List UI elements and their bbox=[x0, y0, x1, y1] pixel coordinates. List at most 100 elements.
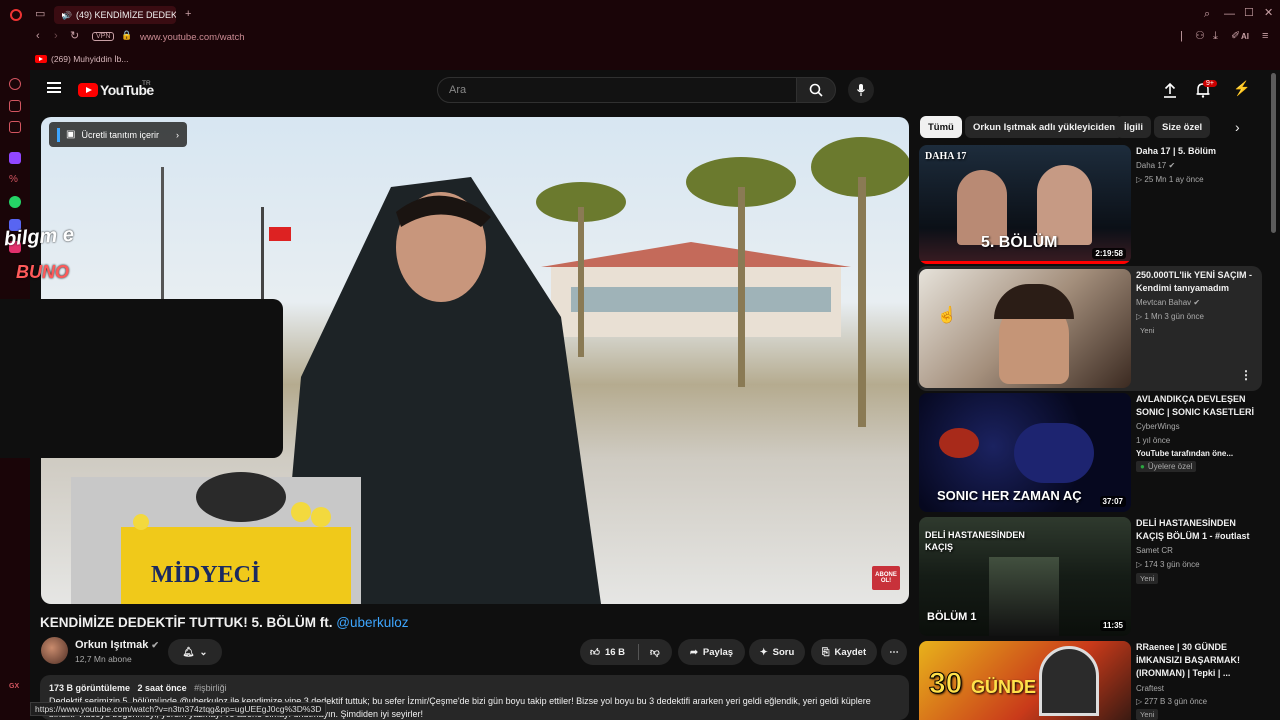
bookmark-item[interactable]: (269) Muhyiddin İb... bbox=[35, 54, 128, 64]
download-icon[interactable]: ⤓ bbox=[1213, 31, 1218, 42]
thumb-caption: SONIC HER ZAMAN AÇ bbox=[937, 488, 1082, 503]
thumbs-up-icon: 👍︎ bbox=[590, 647, 600, 658]
like-button[interactable]: 👍︎ 16 B bbox=[590, 646, 625, 659]
twitch-icon[interactable] bbox=[9, 152, 21, 164]
maximize-icon[interactable]: ☐ bbox=[1244, 8, 1254, 19]
browser-tab[interactable]: 🔊 (49) KENDİMİZE DEDEK bbox=[54, 6, 176, 24]
share-label: Paylaş bbox=[702, 646, 734, 658]
rec-channel-text: Daha 17 bbox=[1136, 161, 1167, 170]
rec-title[interactable]: Daha 17 | 5. Bölüm bbox=[1136, 145, 1266, 158]
rec-thumbnail[interactable]: ☝ bbox=[919, 269, 1131, 388]
upload-time: 2 saat önce bbox=[137, 683, 187, 693]
rec-title[interactable]: 250.000TL'lik YENİ SAÇIM - Kendimi tanıy… bbox=[1136, 269, 1266, 295]
chips-next-icon[interactable]: › bbox=[1235, 119, 1240, 135]
voice-search-button[interactable] bbox=[848, 77, 874, 103]
hashtag-link[interactable]: #işbirliği bbox=[194, 683, 227, 693]
new-badge: Yeni bbox=[1136, 709, 1159, 720]
gx-player-icon[interactable] bbox=[9, 121, 21, 133]
tab-menu-icon[interactable]: ▭ bbox=[35, 9, 45, 20]
duration-badge: 11:35 bbox=[1099, 620, 1126, 631]
save-button[interactable]: ⎘ Kaydet bbox=[811, 639, 877, 665]
mention-link[interactable]: @uberkuloz bbox=[336, 615, 408, 630]
chip-uploader[interactable]: Orkun Işıtmak adlı yükleyiciden bbox=[965, 116, 1124, 138]
chip-related[interactable]: İlgili bbox=[1116, 116, 1151, 138]
reload-icon[interactable]: ↻ bbox=[70, 31, 79, 42]
channel-avatar[interactable] bbox=[41, 637, 68, 664]
link-status-bar: https://www.youtube.com/watch?v=n3tn374z… bbox=[30, 702, 327, 716]
paid-promotion-chip[interactable]: ▣ Ücretli tanıtım içerir › bbox=[49, 122, 187, 147]
scrollbar-thumb[interactable] bbox=[1271, 73, 1276, 233]
watch-progress bbox=[919, 261, 1131, 264]
lock-icon: 🔒 bbox=[121, 30, 133, 40]
avatar-icon[interactable]: ⚡ bbox=[1233, 80, 1251, 98]
menu-icon[interactable] bbox=[47, 82, 61, 93]
subscribe-watermark[interactable]: ABONE OL! bbox=[872, 566, 900, 590]
thumb-sub-caption: BÖLÜM 1 bbox=[927, 611, 977, 623]
rec-meta: ▷ 1 Mn 3 gün önce bbox=[1136, 312, 1204, 321]
browser-menu-icon[interactable]: ≡ bbox=[1262, 31, 1268, 42]
subscribed-button[interactable]: 🔔︎ ⌄ bbox=[168, 639, 222, 665]
search-input[interactable]: Ara bbox=[437, 77, 797, 103]
share-icon: ➦ bbox=[689, 646, 698, 658]
dislike-button[interactable]: 👎︎ bbox=[650, 646, 660, 658]
new-tab-icon[interactable]: + bbox=[185, 9, 191, 20]
address-input[interactable]: www.youtube.com/watch bbox=[140, 32, 245, 43]
rec-thumbnail[interactable]: DELİ HASTANESİNDEN KAÇIŞ BÖLÜM 1 11:35 bbox=[919, 517, 1131, 636]
rec-title[interactable]: AVLANDIKÇA DEVLEŞEN SONIC | SONIC KASETL… bbox=[1136, 393, 1266, 419]
bookmark-label: (269) Muhyiddin İb... bbox=[51, 54, 129, 64]
ai-label[interactable]: AI bbox=[1241, 32, 1249, 41]
opera-gx-logo-icon[interactable] bbox=[10, 9, 22, 21]
chip-all[interactable]: Tümü bbox=[920, 116, 962, 138]
rec-channel[interactable]: Craftest bbox=[1136, 684, 1164, 693]
percent-icon[interactable]: % bbox=[9, 174, 21, 186]
minimize-icon[interactable]: — bbox=[1224, 9, 1235, 20]
rec-meta: ▷ 25 Mn 1 ay önce bbox=[1136, 175, 1204, 184]
notification-count-badge: 9+ bbox=[1203, 80, 1217, 87]
back-icon[interactable]: ‹ bbox=[36, 31, 40, 42]
rec-channel[interactable]: Samet CR bbox=[1136, 546, 1173, 555]
sidebar-divider-icon: | bbox=[1180, 30, 1183, 42]
thumb-eye bbox=[939, 428, 979, 458]
divider bbox=[638, 644, 640, 660]
search-tabs-icon[interactable]: ⌕ bbox=[1204, 9, 1210, 20]
gx-corner-icon[interactable] bbox=[9, 100, 21, 112]
country-code: TR bbox=[142, 80, 151, 87]
rec-meta: ▷ 277 B 3 gün önce bbox=[1136, 697, 1208, 706]
rec-thumbnail[interactable]: SONIC HER ZAMAN AÇ 37:07 bbox=[919, 393, 1131, 512]
close-icon[interactable]: ✕ bbox=[1264, 8, 1273, 19]
more-actions-button[interactable]: ⋯ bbox=[881, 639, 907, 665]
verified-icon: ✔ bbox=[1193, 298, 1201, 307]
search-placeholder: Ara bbox=[449, 84, 467, 96]
save-label: Kaydet bbox=[834, 646, 867, 658]
rec-title[interactable]: DELİ HASTANESİNDEN KAÇIŞ BÖLÜM 1 - #outl… bbox=[1136, 517, 1266, 543]
upload-button[interactable] bbox=[1163, 82, 1177, 103]
ask-button[interactable]: ✦ Soru bbox=[749, 639, 805, 665]
rec-channel[interactable]: Daha 17 ✔ bbox=[1136, 161, 1175, 170]
profile-icon[interactable]: ⚇ bbox=[1195, 31, 1205, 42]
channel-name[interactable]: Orkun Işıtmak ✔ bbox=[75, 639, 159, 651]
gx-control-icon[interactable] bbox=[9, 78, 21, 90]
search-icon bbox=[809, 83, 823, 97]
search-button[interactable] bbox=[796, 77, 836, 103]
rec-channel[interactable]: Mevtcan Bahav ✔ bbox=[1136, 298, 1200, 307]
rec-thumbnail[interactable]: DAHA 17 5. BÖLÜM 2:19:58 bbox=[919, 145, 1131, 264]
whatsapp-icon[interactable] bbox=[9, 196, 21, 208]
bookmark-icon: ⎘ bbox=[821, 646, 830, 658]
more-vertical-icon[interactable]: ⋮ bbox=[1240, 368, 1252, 382]
chip-for-you[interactable]: Size özel bbox=[1154, 116, 1211, 138]
channel-name-text: Orkun Işıtmak bbox=[75, 639, 149, 651]
more-horizontal-icon: ⋯ bbox=[889, 646, 899, 658]
forward-icon[interactable]: › bbox=[54, 31, 58, 42]
overlay-sticker-text-2: BUNO bbox=[16, 262, 69, 282]
rec-channel-text: Mevtcan Bahav bbox=[1136, 298, 1192, 307]
rec-thumbnail[interactable]: 30 GÜNDE bbox=[919, 641, 1131, 720]
ai-icon[interactable]: ✐ bbox=[1231, 31, 1240, 42]
rec-channel[interactable]: CyberWings bbox=[1136, 422, 1180, 431]
thumb-caption: 30 bbox=[928, 667, 963, 701]
vpn-badge[interactable]: VPN bbox=[92, 32, 115, 41]
share-button[interactable]: ➦ Paylaş bbox=[678, 639, 745, 665]
promo-icon: ▣ bbox=[66, 129, 76, 140]
bell-icon: 🔔︎ bbox=[182, 646, 195, 658]
rec-title[interactable]: RRaenee | 30 GÜNDE İMKANSIZI BAŞARMAK! (… bbox=[1136, 641, 1266, 680]
youtube-logo-icon[interactable] bbox=[78, 83, 98, 97]
